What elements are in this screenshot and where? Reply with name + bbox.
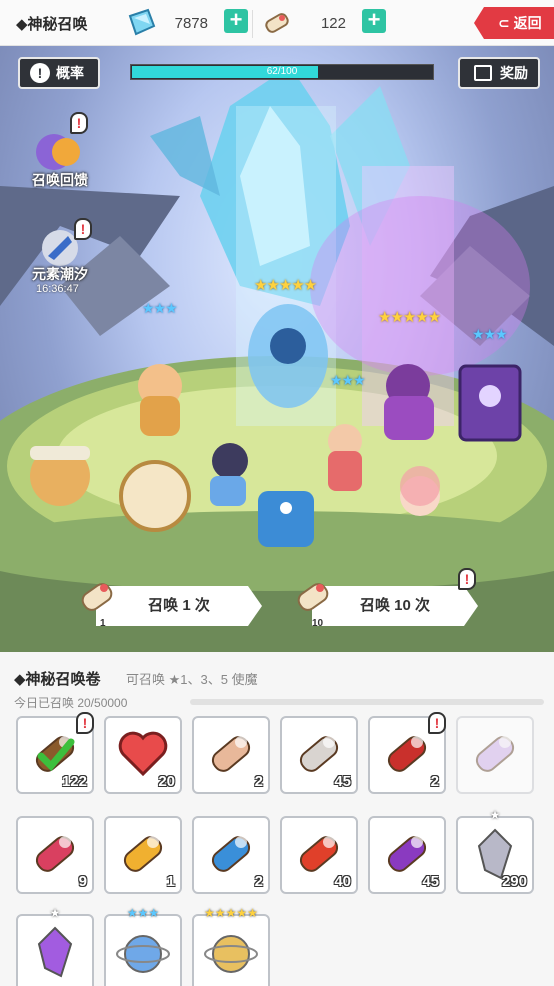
warning-icon: ! bbox=[30, 63, 50, 83]
summon-scroll-icon bbox=[265, 13, 289, 33]
scroll-item[interactable]: 45 bbox=[368, 816, 446, 894]
return-button[interactable]: ⊂ 返回 bbox=[474, 7, 554, 39]
summon-once-cost: 1 bbox=[100, 618, 106, 629]
scroll-item[interactable]: 9 bbox=[16, 816, 94, 894]
odds-label: 概率 bbox=[56, 65, 84, 81]
return-icon: ⊂ bbox=[498, 15, 514, 31]
daily-summon-bar bbox=[190, 699, 544, 705]
element-tide-label: 元素潮汐 bbox=[32, 266, 88, 282]
daily-summon-count: 今日已召唤 20/50000 bbox=[14, 696, 128, 710]
item-count: 122 bbox=[61, 773, 87, 790]
summon-once-button[interactable]: 召唤 1 次 bbox=[96, 586, 262, 626]
add-crystal-button[interactable]: + bbox=[224, 9, 248, 33]
odds-button[interactable]: ! 概率 bbox=[18, 57, 100, 89]
add-scroll-button[interactable]: + bbox=[362, 9, 386, 33]
summon-ten-alert-icon: ! bbox=[458, 568, 476, 590]
summon-ten-label: 召唤 10 次 bbox=[359, 597, 431, 614]
scroll-item[interactable]: 40 bbox=[280, 816, 358, 894]
scroll-item[interactable]: 20 bbox=[104, 716, 182, 794]
item-stars: ★ bbox=[49, 906, 61, 920]
blue-orb-icon bbox=[116, 935, 170, 973]
crystal-count: 7878 bbox=[174, 15, 208, 32]
summon-ten-cost: 10 bbox=[312, 618, 324, 629]
pink-gem-scroll-icon bbox=[211, 736, 251, 772]
scroll-item[interactable]: ★ bbox=[16, 906, 94, 986]
element-tide-timer: 16:36:47 bbox=[36, 283, 79, 295]
item-stars: ★ bbox=[489, 808, 501, 822]
yellow-scroll-icon bbox=[123, 836, 163, 872]
item-count: 45 bbox=[334, 773, 351, 790]
scroll-item[interactable]: 2! bbox=[368, 712, 446, 794]
purple-crystal-icon bbox=[37, 926, 73, 978]
hero-stars: ★★★ bbox=[330, 372, 366, 388]
hero-stars: ★★★ bbox=[142, 300, 178, 316]
red-gold-scroll-icon bbox=[387, 736, 427, 772]
item-count: 9 bbox=[78, 873, 87, 890]
scroll-item[interactable]: ★★★★★ bbox=[192, 906, 270, 986]
section-title: ◆神秘召唤卷 bbox=[14, 671, 101, 688]
summon-progress-bar: 62/100 bbox=[130, 64, 434, 80]
crystal-currency: 7878 + bbox=[124, 6, 252, 40]
scroll-count: 122 bbox=[320, 15, 346, 32]
section-note: 可召唤 ★1、3、5 使魔 bbox=[126, 672, 258, 687]
progress-text: 62/100 bbox=[266, 66, 298, 77]
red-scroll-icon bbox=[35, 836, 75, 872]
scroll-item[interactable]: ★★★ bbox=[104, 906, 182, 986]
item-alert-icon: ! bbox=[76, 712, 94, 734]
scroll-currency: 122 + bbox=[252, 6, 390, 40]
purple-scroll-locked-icon bbox=[475, 736, 515, 772]
item-stars: ★★★★★ bbox=[204, 906, 258, 920]
scroll-item[interactable]: 1 bbox=[104, 816, 182, 894]
item-count: 20 bbox=[158, 773, 175, 790]
scroll-item[interactable]: 2 bbox=[192, 816, 270, 894]
summon-scroll-icon bbox=[81, 583, 113, 611]
summon-scene: ! 概率 62/100 奖励 召唤回馈 ! 元素潮汐 16:36:47 ! ★★… bbox=[0, 46, 554, 652]
item-alert-icon: ! bbox=[428, 712, 446, 734]
item-stars: ★★★ bbox=[126, 906, 160, 920]
item-count: 1 bbox=[166, 873, 175, 890]
gift-icon bbox=[474, 65, 492, 81]
item-count: 45 bbox=[422, 873, 439, 890]
feedback-label: 召唤回馈 bbox=[32, 172, 88, 188]
scroll-item[interactable]: 2 bbox=[192, 716, 270, 794]
page-title: ◆神秘召唤 bbox=[16, 16, 88, 33]
scroll-item[interactable]: ★ 290 bbox=[456, 808, 534, 894]
top-bar: ◆神秘召唤 7878 + 122 + ⊂ 返回 bbox=[0, 0, 554, 46]
summon-ten-button[interactable]: 召唤 10 次 bbox=[312, 586, 478, 626]
gold-orb-icon bbox=[204, 935, 258, 973]
scroll-item[interactable]: 122! bbox=[16, 712, 94, 794]
item-count: 2 bbox=[254, 773, 263, 790]
item-count: 40 bbox=[334, 873, 351, 890]
hero-stars: ★★★★★ bbox=[378, 309, 441, 326]
scroll-item[interactable]: 45 bbox=[280, 716, 358, 794]
feedback-button[interactable]: 召唤回馈 bbox=[20, 126, 100, 192]
blue-scroll-icon bbox=[211, 836, 251, 872]
element-tide-alert-icon: ! bbox=[74, 218, 92, 240]
summon-once-label: 召唤 1 次 bbox=[148, 597, 210, 614]
hero-stars: ★★★ bbox=[472, 326, 508, 342]
scroll-panel: ◆神秘召唤卷 可召唤 ★1、3、5 使魔 今日已召唤 20/50000 122!… bbox=[0, 652, 554, 986]
item-count: 2 bbox=[430, 773, 439, 790]
scroll-item[interactable] bbox=[456, 716, 534, 794]
divider bbox=[252, 10, 253, 38]
reward-button[interactable]: 奖励 bbox=[458, 57, 540, 89]
reward-label: 奖励 bbox=[500, 65, 528, 81]
return-label: 返回 bbox=[513, 15, 542, 31]
blue-crystal-icon bbox=[128, 8, 156, 36]
hero-stars: ★★★★★ bbox=[254, 277, 317, 294]
feedback-alert-icon: ! bbox=[70, 112, 88, 134]
item-count: 2 bbox=[254, 873, 263, 890]
item-count: 290 bbox=[501, 873, 527, 890]
